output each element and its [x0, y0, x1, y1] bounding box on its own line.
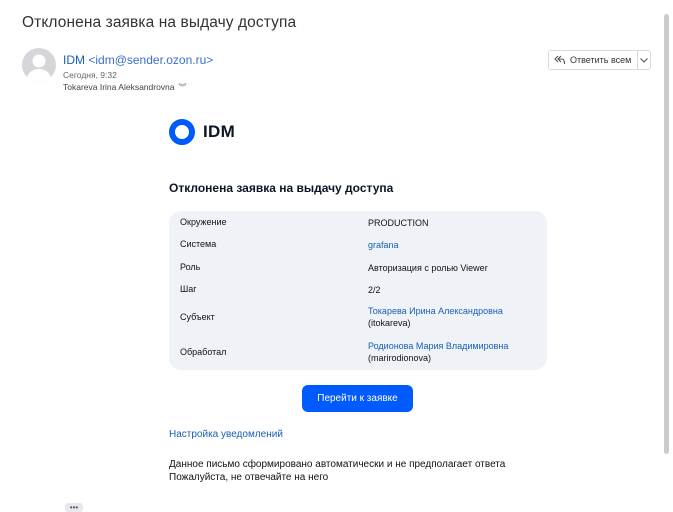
detail-key: Система [180, 239, 217, 249]
sender-address[interactable]: <idm@sender.ozon.ru> [88, 53, 213, 67]
reply-options-dropdown[interactable] [638, 51, 650, 69]
sender-avatar[interactable] [22, 48, 56, 82]
detail-key: Роль [180, 262, 201, 272]
request-details-card: Окружение PRODUCTION Система grafana Рол… [169, 211, 547, 370]
reply-all-button[interactable]: Ответить всем [549, 51, 639, 69]
idm-ring-icon [169, 119, 195, 145]
idm-logo: IDM [169, 119, 235, 145]
subject-user-link[interactable]: Токарева Ирина Александровна [368, 305, 503, 317]
footer-note: Данное письмо сформировано автоматически… [169, 458, 505, 484]
detail-key: Обработал [180, 347, 227, 357]
footer-line-2: Пожалуйста, не отвечайте на него [169, 472, 329, 483]
go-to-request-button[interactable]: Перейти к заявке [302, 385, 413, 412]
system-link[interactable]: grafana [368, 239, 399, 251]
detail-key: Окружение [180, 217, 227, 227]
email-date: Сегодня, 9:32 [63, 70, 117, 80]
more-options-icon[interactable]: ••• [65, 503, 83, 512]
reply-all-button-group[interactable]: Ответить всем [548, 50, 651, 70]
user-silhouette-icon [26, 54, 52, 82]
subject-user-login: (itokareva) [368, 318, 411, 328]
chevron-double-down-icon[interactable]: ︾ [179, 82, 187, 93]
idm-logo-text: IDM [203, 122, 236, 141]
reply-all-label: Ответить всем [570, 55, 632, 65]
detail-value: Авторизация с ролью Viewer [368, 263, 488, 273]
detail-value: PRODUCTION [368, 218, 429, 228]
processor-user-link[interactable]: Родионова Мария Владимировна [368, 340, 508, 352]
detail-key: Шаг [180, 284, 197, 294]
processor-user-login: (marirodionova) [368, 353, 432, 363]
reply-all-icon [554, 55, 565, 65]
sender-name[interactable]: IDM [63, 53, 85, 67]
chevron-down-icon [640, 57, 649, 63]
recipient-name[interactable]: Tokareva Irina Aleksandrovna [63, 82, 175, 92]
mail-body-title: Отклонена заявка на выдачу доступа [169, 181, 394, 195]
email-subject: Отклонена заявка на выдачу доступа [22, 14, 297, 31]
vertical-scrollbar[interactable] [664, 14, 669, 454]
notification-settings-link[interactable]: Настройка уведомлений [169, 429, 283, 440]
detail-value: 2/2 [368, 285, 381, 295]
detail-key: Субъект [180, 312, 215, 322]
sender-line[interactable]: IDM <idm@sender.ozon.ru> [63, 53, 213, 67]
footer-line-1: Данное письмо сформировано автоматически… [169, 459, 506, 470]
recipient-line[interactable]: Tokareva Irina Aleksandrovna ︾ [63, 82, 187, 93]
